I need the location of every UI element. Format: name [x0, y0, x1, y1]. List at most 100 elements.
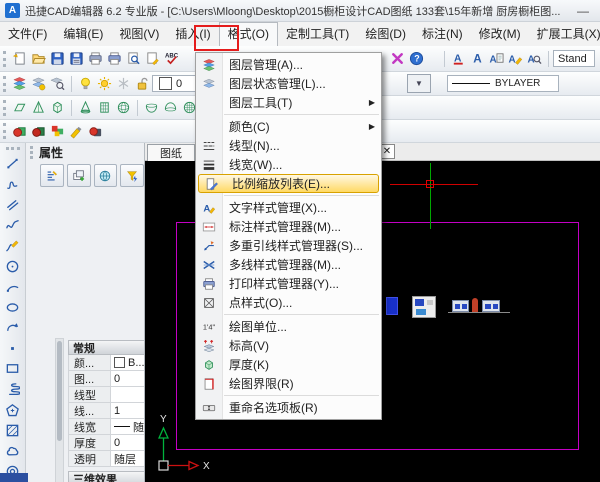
- revise-arc-button[interactable]: [3, 319, 23, 338]
- surf-dish-button[interactable]: [142, 98, 161, 117]
- print-preview-button[interactable]: [124, 49, 143, 68]
- property-value[interactable]: 随层: [111, 451, 145, 467]
- menu-item[interactable]: 定制工具(T): [278, 22, 357, 46]
- toolbar-grip[interactable]: [3, 76, 6, 92]
- menu-item[interactable]: 插入(I): [167, 22, 218, 46]
- minimize-button[interactable]: —: [571, 4, 595, 18]
- layer-states-toolbar-button[interactable]: [29, 74, 48, 93]
- toolbar-grip[interactable]: [6, 147, 20, 150]
- arc-button[interactable]: [3, 277, 23, 296]
- text-underline-a-button[interactable]: A: [449, 49, 468, 68]
- globe-button[interactable]: [94, 164, 118, 187]
- panel-grip[interactable]: [30, 146, 33, 159]
- line-button[interactable]: [3, 154, 23, 173]
- properties-scrollbar[interactable]: [55, 338, 64, 482]
- surf-dome-button[interactable]: [161, 98, 180, 117]
- text-style-combo[interactable]: Stand: [553, 50, 595, 67]
- text-edit-a-button[interactable]: A: [506, 49, 525, 68]
- point-button[interactable]: [3, 339, 23, 358]
- page-setup-button[interactable]: [143, 49, 162, 68]
- quick-select-button[interactable]: [40, 164, 64, 187]
- helix-button[interactable]: [3, 380, 23, 399]
- menu-item[interactable]: 绘图(D): [357, 22, 414, 46]
- property-value[interactable]: 0: [111, 373, 145, 385]
- format-menu-item[interactable]: A文字样式管理(X)...: [196, 198, 381, 217]
- rectangle-button[interactable]: [3, 360, 23, 379]
- duplicate-button[interactable]: [67, 164, 91, 187]
- menu-item[interactable]: 编辑(E): [55, 22, 111, 46]
- surf-cylinder-button[interactable]: [95, 98, 114, 117]
- toolbar-grip[interactable]: [3, 51, 6, 67]
- unlock-button[interactable]: [133, 74, 152, 93]
- surf-cone-button[interactable]: [76, 98, 95, 117]
- hatch-button[interactable]: [3, 421, 23, 440]
- format-menu-item[interactable]: 标注样式管理器(M)...: [196, 217, 381, 236]
- surf-cube-button[interactable]: [48, 98, 67, 117]
- format-menu-item[interactable]: 图层状态管理(L)...: [196, 74, 381, 93]
- toolbar-grip[interactable]: [3, 100, 6, 116]
- surf-pyramid-button[interactable]: [29, 98, 48, 117]
- format-menu-item[interactable]: 厚度(K): [196, 355, 381, 374]
- print-button[interactable]: [86, 49, 105, 68]
- format-menu-item[interactable]: 绘图界限(R): [196, 374, 381, 393]
- format-menu-item[interactable]: 标高(V): [196, 336, 381, 355]
- text-doc-a-button[interactable]: A: [487, 49, 506, 68]
- layer-walk-button[interactable]: [48, 74, 67, 93]
- format-menu-item[interactable]: 图层管理(A)...: [196, 55, 381, 74]
- spline-button[interactable]: [3, 216, 23, 235]
- menu-item[interactable]: 扩展工具(X): [529, 22, 600, 46]
- linetype-combo[interactable]: BYLAYER: [447, 75, 559, 92]
- menu-item[interactable]: 标注(N): [414, 22, 471, 46]
- color-combo-arrow[interactable]: ▼: [407, 74, 431, 93]
- render-region-button[interactable]: [29, 122, 48, 141]
- layer-manager-button[interactable]: [10, 74, 29, 93]
- polyline-button[interactable]: [3, 175, 23, 194]
- render-scene-button[interactable]: [10, 122, 29, 141]
- filter-button[interactable]: [120, 164, 144, 187]
- render-materials-button[interactable]: [48, 122, 67, 141]
- render-light-button[interactable]: [67, 122, 86, 141]
- menu-item[interactable]: 文件(F): [0, 22, 55, 46]
- menu-format[interactable]: 格式(O): [219, 22, 278, 46]
- spell-check-button[interactable]: ABC: [162, 49, 181, 68]
- format-menu-item[interactable]: 颜色(C)▶: [196, 117, 381, 136]
- text-find-a-button[interactable]: A: [525, 49, 544, 68]
- cloud-button[interactable]: [3, 442, 23, 461]
- format-menu-item-highlighted[interactable]: 比例缩放列表(E)...: [198, 174, 379, 193]
- save-as-button[interactable]: [67, 49, 86, 68]
- toolbar-grip[interactable]: [3, 123, 6, 139]
- surf-box-button[interactable]: [10, 98, 29, 117]
- format-menu-item[interactable]: 多重引线样式管理器(S)...: [196, 236, 381, 255]
- property-value[interactable]: B...: [111, 357, 145, 369]
- format-menu-item[interactable]: 点样式(O)...: [196, 293, 381, 312]
- format-menu-item[interactable]: 1'4"绘图单位...: [196, 317, 381, 336]
- bulb-button[interactable]: [76, 74, 95, 93]
- format-menu-item[interactable]: 多线样式管理器(M)...: [196, 255, 381, 274]
- quick-print-button[interactable]: [105, 49, 124, 68]
- help-button[interactable]: ?: [407, 49, 426, 68]
- polygon-button[interactable]: [3, 401, 23, 420]
- property-value[interactable]: 1: [111, 405, 145, 417]
- menu-item[interactable]: 视图(V): [111, 22, 167, 46]
- text-a-button[interactable]: A: [468, 49, 487, 68]
- menu-item[interactable]: 修改(M): [471, 22, 529, 46]
- property-value[interactable]: 随: [111, 419, 145, 435]
- format-menu-item[interactable]: 打印样式管理器(Y)...: [196, 274, 381, 293]
- format-menu-item[interactable]: 线宽(W)...: [196, 155, 381, 174]
- freeze-button[interactable]: [114, 74, 133, 93]
- format-menu-item[interactable]: 重命名选项板(R): [196, 398, 381, 417]
- property-section-header[interactable]: 三维效果▲: [68, 471, 145, 482]
- sketch-button[interactable]: [3, 236, 23, 255]
- property-section-header[interactable]: 常规▲: [68, 340, 145, 355]
- new-file-button[interactable]: [10, 49, 29, 68]
- property-value[interactable]: 0: [111, 437, 145, 449]
- sun-button[interactable]: [95, 74, 114, 93]
- ellipse-button[interactable]: [3, 298, 23, 317]
- save-button[interactable]: [48, 49, 67, 68]
- format-menu-item[interactable]: 图层工具(T)▶: [196, 93, 381, 112]
- document-tab[interactable]: 图纸: [147, 144, 195, 161]
- multiline-button[interactable]: [3, 195, 23, 214]
- circle-button[interactable]: [3, 257, 23, 276]
- open-file-button[interactable]: [29, 49, 48, 68]
- render-save-button[interactable]: [86, 122, 105, 141]
